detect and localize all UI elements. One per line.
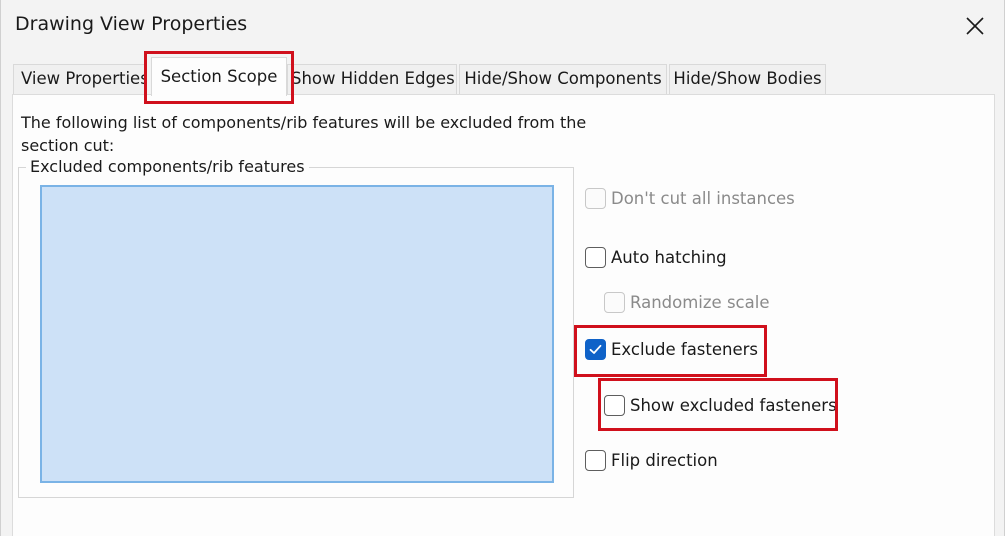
tab-strip: View Properties Section Scope Show Hidde… <box>1 52 1004 96</box>
excluded-components-list[interactable] <box>40 185 554 483</box>
checkbox-box <box>585 247 606 268</box>
section-scope-description: The following list of components/rib fea… <box>21 113 587 155</box>
checkmark-icon <box>589 344 602 354</box>
tab-section-scope[interactable]: Section Scope <box>151 57 287 96</box>
excluded-components-group-label: Excluded components/rib features <box>26 157 309 176</box>
checkbox-label: Exclude fasteners <box>611 340 759 359</box>
checkbox-box-checked <box>585 339 606 360</box>
close-button[interactable] <box>951 8 999 44</box>
checkbox-box <box>604 292 625 313</box>
checkbox-label: Randomize scale <box>630 293 770 312</box>
checkbox-box <box>585 450 606 471</box>
checkbox-label: Flip direction <box>611 451 718 470</box>
tab-hide-show-components[interactable]: Hide/Show Components <box>459 64 667 94</box>
tab-hide-show-bodies[interactable]: Hide/Show Bodies <box>669 64 826 94</box>
checkbox-label: Don't cut all instances <box>611 189 795 208</box>
drawing-view-properties-dialog: Drawing View Properties View Properties … <box>0 0 1005 536</box>
checkbox-box <box>604 395 625 416</box>
dialog-title: Drawing View Properties <box>15 13 248 35</box>
title-bar: Drawing View Properties <box>1 0 1004 52</box>
tab-show-hidden-edges[interactable]: Show Hidden Edges <box>287 64 457 94</box>
checkbox-box <box>585 188 606 209</box>
close-icon <box>966 17 984 35</box>
checkbox-label: Show excluded fasteners <box>630 396 837 415</box>
tab-view-properties[interactable]: View Properties <box>13 64 147 94</box>
checkbox-label: Auto hatching <box>611 248 727 267</box>
